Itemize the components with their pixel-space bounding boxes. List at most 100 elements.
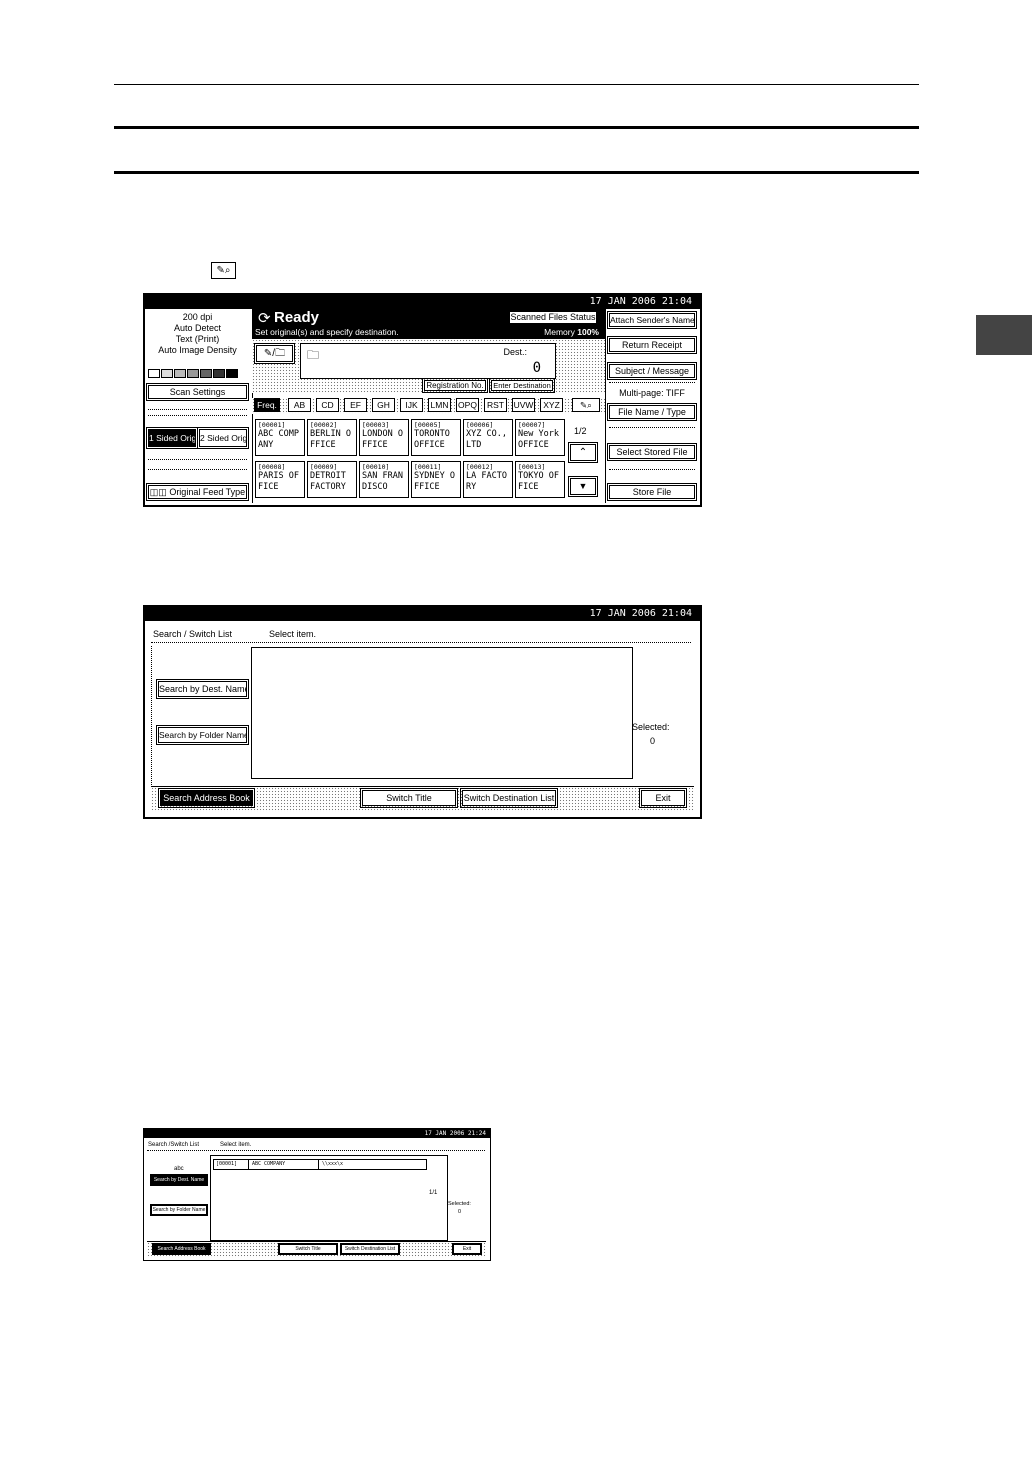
file-name-type-button[interactable]: File Name / Type <box>607 403 697 421</box>
switch-title-button[interactable]: Switch Title <box>278 1243 338 1255</box>
dest-card[interactable]: [00005] TORONTO OFFICE <box>411 419 461 456</box>
registration-no-button[interactable]: Registration No. <box>422 378 488 393</box>
datetime: 17 JAN 2006 21:04 <box>589 608 692 619</box>
ready-icon: ⟳ <box>258 309 271 327</box>
dest-card[interactable]: [00009] DETROIT FACTORY <box>307 461 357 498</box>
section-bottom-rule <box>114 171 919 174</box>
one-sided-original-button[interactable]: 1 Sided Orig. <box>146 427 198 449</box>
options-panel: Attach Sender's Name Return Receipt Subj… <box>605 309 699 503</box>
dest-card[interactable]: [00003] LONDON O FFICE <box>359 419 409 456</box>
dest-count: 0 <box>532 360 541 376</box>
enter-destination-button[interactable]: Enter Destination <box>489 378 555 393</box>
switch-destination-list-button[interactable]: Switch Destination List <box>340 1243 400 1255</box>
section-top-rule <box>114 126 919 129</box>
dest-card[interactable]: [00008] PARIS OF FICE <box>255 461 305 498</box>
search-results-screen: 17 JAN 2006 21:24 Search /Switch List Se… <box>143 1128 491 1261</box>
search-dest-tab-icon[interactable]: ✎⌕ <box>572 398 600 412</box>
status-bar: 17 JAN 2006 21:04 <box>145 607 700 621</box>
search-by-folder-name-button[interactable]: Search by Folder Name <box>150 1204 208 1216</box>
multipage-text: Multi-page: TIFF <box>619 388 685 398</box>
switch-title-button[interactable]: Switch Title <box>360 788 458 808</box>
datetime: 17 JAN 2006 21:04 <box>589 296 692 307</box>
tab-ab[interactable]: AB <box>288 398 311 412</box>
resolution-text: 200 dpi <box>182 312 213 322</box>
memory-value: 100% <box>577 327 599 337</box>
double-chevron-up-icon: ⌃ <box>578 447 588 458</box>
scan-settings-panel: 200 dpi Auto Detect Text (Print) Auto Im… <box>145 309 253 503</box>
screen-title: Search /Switch List <box>148 1142 200 1148</box>
dest-card[interactable]: [00007] New York OFFICE <box>515 419 565 456</box>
attach-senders-name-button[interactable]: Attach Sender's Name <box>607 311 697 329</box>
screen-instruction: Select item. <box>269 629 317 639</box>
tab-rst[interactable]: RST <box>484 398 507 412</box>
selected-count: 0 <box>650 736 656 746</box>
scanner-main-screen: 17 JAN 2006 21:04 200 dpi Auto Detect Te… <box>143 293 702 507</box>
scroll-up-button[interactable]: ⌃ <box>568 442 598 463</box>
dest-type-button[interactable]: ✎/🗀 <box>254 343 295 364</box>
dest-card[interactable]: [00001] ABC COMP ANY <box>255 419 305 456</box>
tab-ef[interactable]: EF <box>344 398 367 412</box>
search-by-folder-name-button[interactable]: Search by Folder Name <box>156 725 249 745</box>
density-selector[interactable] <box>148 369 239 378</box>
store-file-button[interactable]: Store File <box>607 483 697 501</box>
scan-type-text: Text (Print) <box>175 334 220 344</box>
tab-uvw[interactable]: UVW <box>512 398 535 412</box>
result-id: [00001] <box>216 1161 238 1167</box>
original-feed-type-button[interactable]: ◫◫ Original Feed Type <box>146 483 249 501</box>
folder-icon: 🗀 <box>307 348 320 362</box>
destination-field: 🗀 Dest.: 0 <box>300 343 556 379</box>
memory-label: Memory <box>544 327 575 337</box>
dest-card[interactable]: [00006] XYZ CO., LTD <box>463 419 513 456</box>
search-results-list[interactable] <box>251 647 633 779</box>
dest-card[interactable]: [00013] TOKYO OF FICE <box>515 461 565 498</box>
search-by-dest-name-button[interactable]: Search by Dest. Name <box>150 1174 208 1186</box>
search-address-book-button[interactable]: Search Address Book <box>152 1243 211 1255</box>
tab-cd[interactable]: CD <box>316 398 339 412</box>
destination-area: ✎/🗀 🗀 Dest.: 0 Registration No. Enter De… <box>252 339 605 393</box>
selected-label: Selected: <box>448 1201 471 1207</box>
tab-lmn[interactable]: LMN <box>428 398 451 412</box>
tab-gh[interactable]: GH <box>372 398 395 412</box>
ready-message: Set original(s) and specify destination. <box>255 327 399 337</box>
result-row[interactable]: [00001] ABC COMPANY \\xxx\x <box>213 1159 427 1170</box>
search-switch-screen: 17 JAN 2006 21:04 Search / Switch List S… <box>143 605 702 819</box>
tab-xyz[interactable]: XYZ <box>540 398 563 412</box>
page-indicator: 1/1 <box>429 1190 438 1196</box>
tab-opq[interactable]: OPQ <box>456 398 479 412</box>
selected-label: Selected: <box>632 722 670 732</box>
datetime: 17 JAN 2006 21:24 <box>424 1130 486 1137</box>
tab-freq[interactable]: Freq. <box>254 398 280 412</box>
dest-card[interactable]: [00012] LA FACTO RY <box>463 461 513 498</box>
two-sided-original-button[interactable]: 2 Sided Orig. <box>197 427 249 449</box>
return-receipt-button[interactable]: Return Receipt <box>607 336 697 354</box>
search-by-dest-name-button[interactable]: Search by Dest. Name <box>156 679 249 699</box>
exit-button[interactable]: Exit <box>639 788 687 808</box>
subject-message-button[interactable]: Subject / Message <box>607 362 697 380</box>
tab-ijk[interactable]: IJK <box>400 398 423 412</box>
exit-button[interactable]: Exit <box>452 1243 482 1255</box>
scanned-files-status-button[interactable]: Scanned Files Status <box>507 309 599 326</box>
chapter-thumb-tab <box>976 315 1032 355</box>
feed-type-icon: ◫◫ <box>149 487 170 497</box>
page-indicator: 1/2 <box>574 426 587 436</box>
search-dest-icon: ✎⌕ <box>211 262 236 279</box>
switch-destination-list-button[interactable]: Switch Destination List <box>460 788 558 808</box>
result-name: ABC COMPANY <box>252 1161 286 1167</box>
ready-title: Ready <box>274 309 320 326</box>
dest-card[interactable]: [00010] SAN FRAN DISCO <box>359 461 409 498</box>
dest-card[interactable]: [00011] SYDNEY O FFICE <box>411 461 461 498</box>
color-mode-text: Auto Detect <box>173 323 222 333</box>
screen-instruction: Select item. <box>220 1142 252 1148</box>
select-stored-file-button[interactable]: Select Stored File <box>607 443 697 461</box>
status-bar: 17 JAN 2006 21:04 <box>145 295 700 309</box>
triangle-down-icon: ▼ <box>578 481 588 491</box>
search-address-book-button[interactable]: Search Address Book <box>158 788 255 808</box>
scroll-down-button[interactable]: ▼ <box>568 476 598 497</box>
header-thin-rule <box>114 84 919 85</box>
scan-settings-button[interactable]: Scan Settings <box>146 383 249 401</box>
feed-type-label: Original Feed Type <box>169 487 246 497</box>
dest-card[interactable]: [00002] BERLIN O FFICE <box>307 419 357 456</box>
destination-grid: [00001] ABC COMP ANY [00002] BERLIN O FFIC… <box>252 419 605 503</box>
memory-indicator: Memory 100% <box>544 327 599 337</box>
result-path: \\xxx\x <box>322 1161 344 1167</box>
